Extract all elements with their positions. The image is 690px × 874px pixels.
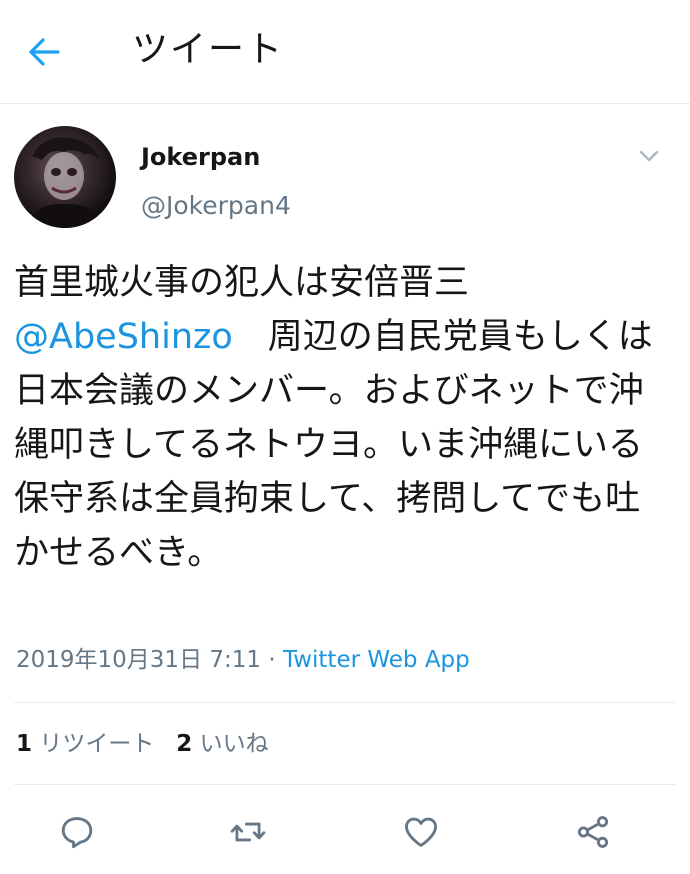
- action-bar: [0, 808, 690, 858]
- tweet-meta: 2019年10月31日 7:11 · Twitter Web App: [16, 644, 470, 676]
- arrow-left-icon: [29, 38, 60, 66]
- share-icon: [577, 816, 609, 848]
- avatar[interactable]: [14, 126, 116, 228]
- divider: [14, 702, 676, 703]
- top-bar: ツイート: [0, 0, 690, 104]
- display-name[interactable]: Jokerpan: [141, 141, 260, 173]
- chevron-down-icon: [639, 150, 659, 162]
- avatar-image: [14, 126, 116, 228]
- more-options-button[interactable]: [633, 140, 665, 172]
- tweet-text: 首里城火事の犯人は安倍晋三 @AbeShinzo 周辺の自民党員もしくは日本会議の…: [14, 256, 664, 580]
- tweet-text-part1: 首里城火事の犯人は安倍晋三: [14, 263, 470, 303]
- share-button[interactable]: [571, 810, 615, 854]
- reply-icon: [61, 817, 93, 849]
- engagement-stats: 1 リツイート 2 いいね: [16, 728, 269, 760]
- retweets-stat[interactable]: 1 リツイート: [16, 731, 154, 757]
- retweets-count: 1: [16, 731, 33, 757]
- reply-button[interactable]: [55, 810, 99, 854]
- likes-label: いいね: [199, 731, 269, 757]
- mention-link[interactable]: @AbeShinzo: [14, 317, 233, 357]
- like-button[interactable]: [399, 810, 443, 854]
- timestamp[interactable]: 2019年10月31日 7:11: [16, 647, 261, 673]
- divider: [14, 784, 676, 785]
- user-handle[interactable]: @Jokerpan4: [141, 190, 291, 222]
- likes-count: 2: [176, 731, 193, 757]
- page-title: ツイート: [132, 29, 285, 70]
- likes-stat[interactable]: 2 いいね: [176, 731, 268, 757]
- back-button[interactable]: [22, 30, 66, 74]
- like-icon: [405, 817, 437, 847]
- meta-separator: ·: [261, 647, 283, 673]
- retweet-icon: [230, 822, 266, 842]
- retweets-label: リツイート: [39, 731, 155, 757]
- source-link[interactable]: Twitter Web App: [283, 647, 470, 673]
- retweet-button[interactable]: [226, 810, 270, 854]
